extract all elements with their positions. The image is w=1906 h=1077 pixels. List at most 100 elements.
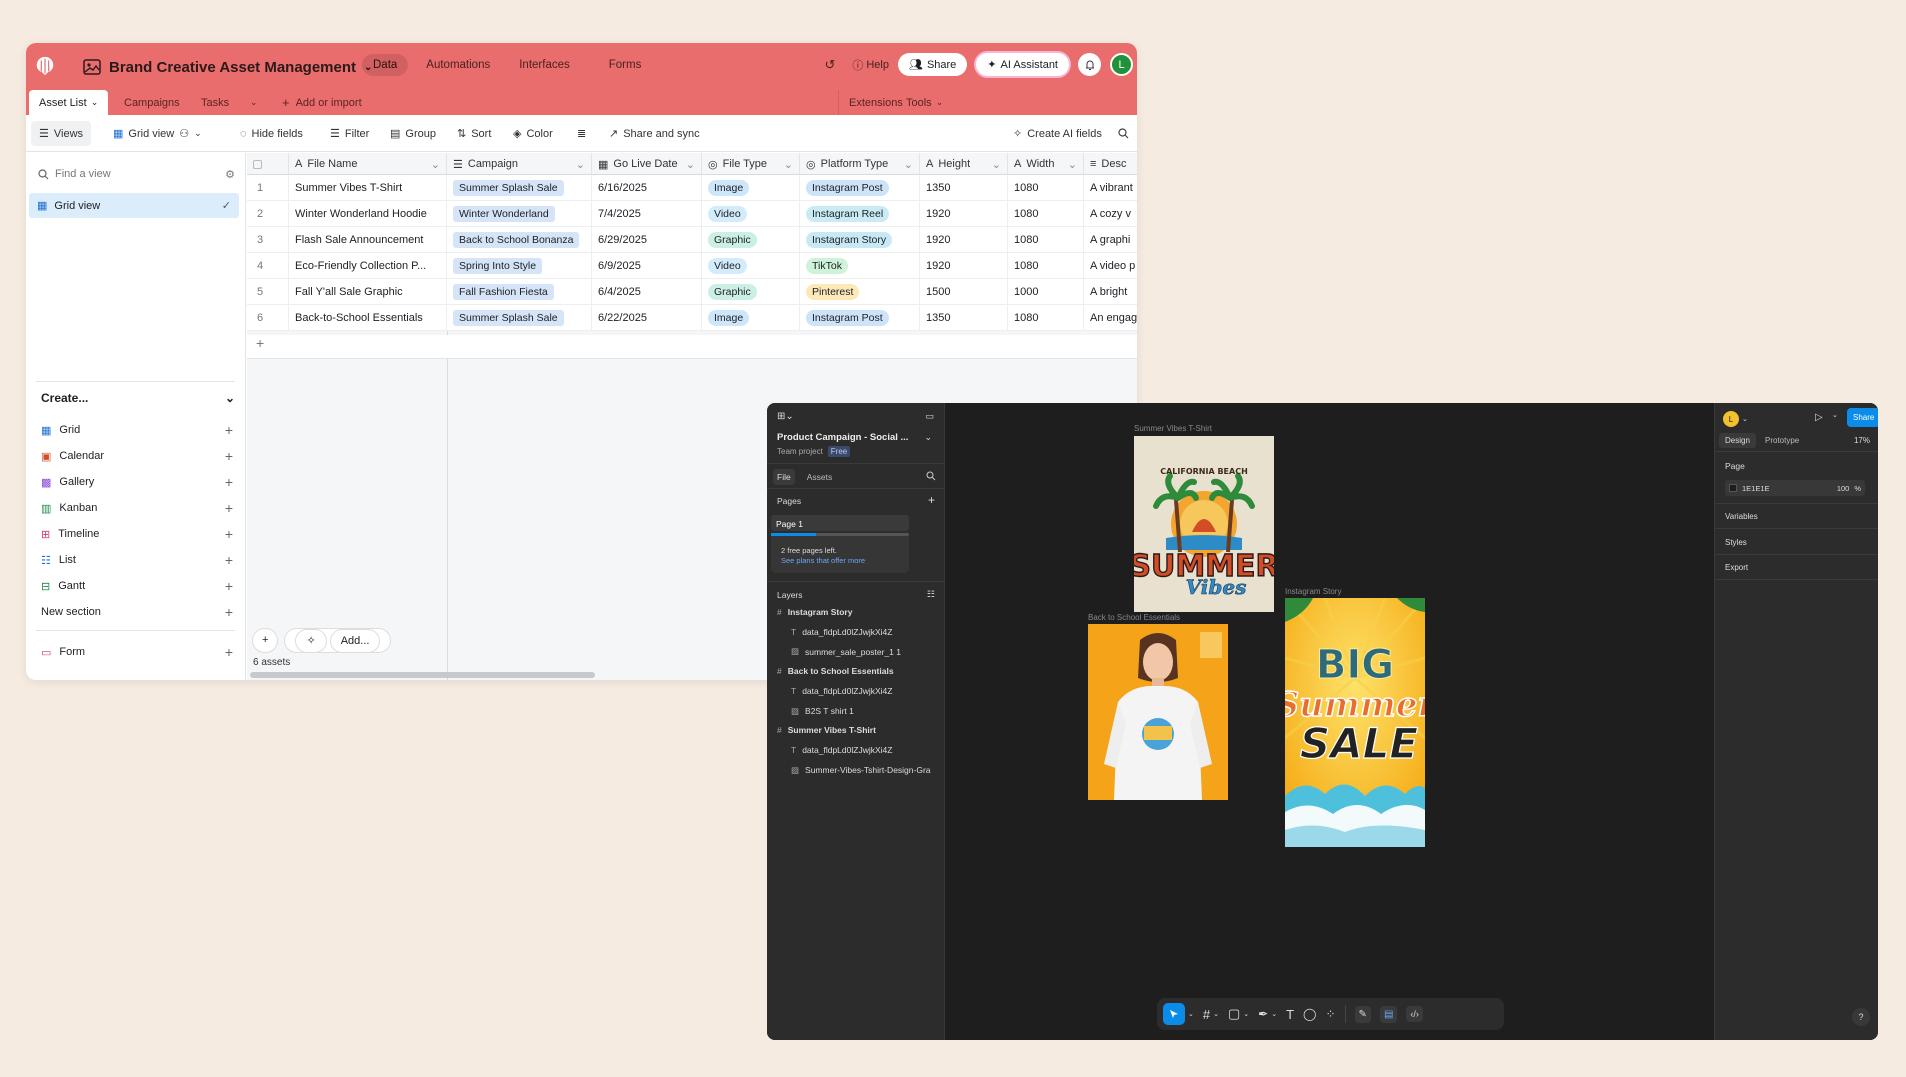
variables-section[interactable]: Variables — [1725, 512, 1758, 521]
column-header-file-type[interactable]: ◎ File Type ⌄ — [702, 153, 800, 175]
airtable-logo-icon[interactable] — [34, 55, 56, 77]
column-header-description[interactable]: ≡ Desc — [1084, 153, 1137, 175]
gear-icon[interactable]: ⚙ — [225, 168, 235, 181]
cell-file-type[interactable]: Graphic — [702, 227, 800, 253]
chevron-down-icon[interactable]: ⌄ — [1213, 1010, 1219, 1018]
chevron-down-icon[interactable]: ⌄ — [1271, 1010, 1277, 1018]
column-header-go-live-date[interactable]: ▦ Go Live Date ⌄ — [592, 153, 702, 175]
group-button[interactable]: ▤ Group — [390, 115, 436, 152]
zoom-level[interactable]: 17% — [1854, 436, 1870, 445]
chevron-down-icon[interactable]: ⌄ — [250, 90, 258, 115]
pen-tool-icon[interactable]: ✒ — [1258, 1007, 1268, 1021]
cell-platform-type[interactable]: TikTok — [800, 253, 920, 279]
create-grid[interactable]: ▦ Grid + — [41, 420, 233, 440]
create-gallery[interactable]: ▩ Gallery + — [41, 472, 233, 492]
figma-share-button[interactable]: Share — [1847, 408, 1878, 427]
row-number[interactable]: 5 — [247, 279, 289, 305]
user-avatar-menu[interactable]: L ⌄ — [1723, 411, 1748, 427]
hide-fields-button[interactable]: ◌ Hide fields — [240, 115, 303, 152]
layer-item[interactable]: ▨ B2S T shirt 1 — [791, 706, 854, 717]
history-icon[interactable]: ↺ — [824, 57, 835, 73]
create-gantt[interactable]: ⊟ Gantt + — [41, 576, 233, 596]
row-number[interactable]: 3 — [247, 227, 289, 253]
cell-platform-type[interactable]: Instagram Post — [800, 305, 920, 331]
column-header-platform-type[interactable]: ◎ Platform Type ⌄ — [800, 153, 920, 175]
cell-file-name[interactable]: Flash Sale Announcement — [289, 227, 447, 253]
layer-item[interactable]: ▨ Summer-Vibes-Tshirt-Design-Gra — [791, 765, 931, 776]
comment-tool-icon[interactable]: ◯ — [1303, 1007, 1316, 1021]
ai-assistant-button[interactable]: ✦ AI Assistant — [976, 53, 1069, 76]
column-header-campaign[interactable]: ☰ Campaign ⌄ — [447, 153, 592, 175]
filter-button[interactable]: ☰ Filter — [330, 115, 369, 152]
search-icon[interactable] — [926, 471, 936, 483]
table-row[interactable]: 2 Winter Wonderland Hoodie Winter Wonderla… — [247, 201, 1137, 227]
tab-prototype[interactable]: Prototype — [1765, 436, 1799, 445]
cell-file-type[interactable]: Graphic — [702, 279, 800, 305]
cell-file-type[interactable]: Image — [702, 305, 800, 331]
create-list[interactable]: ☷ List + — [41, 550, 233, 570]
cell-campaign[interactable]: Spring Into Style — [447, 253, 592, 279]
layers-options-icon[interactable]: ☷ — [927, 589, 935, 600]
layer-item[interactable]: # Instagram Story — [777, 607, 852, 617]
chevron-down-icon[interactable]: ⌄ — [924, 432, 932, 443]
nav-tab-forms[interactable]: Forms — [598, 54, 653, 76]
cell-file-name[interactable]: Back-to-School Essentials — [289, 305, 447, 331]
base-title-button[interactable]: Brand Creative Asset Management ⌄ — [83, 56, 372, 78]
summer-vibes-artwork[interactable]: SUMMER Vibes CALIFORNIA BEACH — [1134, 436, 1274, 612]
cell-width[interactable]: 1080 — [1008, 175, 1084, 201]
add-menu-button[interactable]: ✧ Add... — [284, 628, 392, 653]
cell-file-name[interactable]: Winter Wonderland Hoodie — [289, 201, 447, 227]
color-button[interactable]: ◈ Color — [513, 115, 553, 152]
find-view-input[interactable]: Find a view ⚙ — [38, 163, 235, 185]
create-timeline[interactable]: ⊞ Timeline + — [41, 524, 233, 544]
chevron-down-icon[interactable]: ⌄ — [1188, 1010, 1194, 1018]
column-header-width[interactable]: A Width ⌄ — [1008, 153, 1084, 175]
cell-file-name[interactable]: Fall Y'all Sale Graphic — [289, 279, 447, 305]
create-kanban[interactable]: ▥ Kanban + — [41, 498, 233, 518]
cell-description[interactable]: A cozy v — [1084, 201, 1137, 227]
figma-canvas[interactable]: Summer Vibes T-Shirt SUMMER Vibes CALIFO… — [945, 403, 1714, 1040]
table-tab-asset-list[interactable]: Asset List ⌄ — [29, 90, 109, 115]
column-header-height[interactable]: A Height ⌄ — [920, 153, 1008, 175]
create-form[interactable]: ▭ Form + — [41, 642, 233, 662]
tools-button[interactable]: Tools ⌄ — [906, 90, 943, 115]
table-tab-campaigns[interactable]: Campaigns — [124, 90, 180, 115]
cell-width[interactable]: 1080 — [1008, 305, 1084, 331]
cell-height[interactable]: 1350 — [920, 175, 1008, 201]
cell-description[interactable]: A graphi — [1084, 227, 1137, 253]
select-all-checkbox[interactable] — [247, 153, 289, 175]
cell-campaign[interactable]: Winter Wonderland — [447, 201, 592, 227]
chevron-down-icon[interactable]: ⌄ — [1832, 411, 1838, 419]
cell-height[interactable]: 1920 — [920, 253, 1008, 279]
notification-bell-icon[interactable] — [1078, 53, 1101, 76]
layer-item[interactable]: ▨ summer_sale_poster_1 1 — [791, 646, 901, 657]
layer-item[interactable]: Tdata_fldpLd0lZJwjkXi4Z — [791, 627, 892, 637]
frame-label-summer-vibes[interactable]: Summer Vibes T-Shirt — [1134, 424, 1212, 433]
actions-tool-icon[interactable]: ⁘ — [1325, 1007, 1335, 1021]
back-to-school-artwork[interactable] — [1088, 624, 1228, 800]
cell-height[interactable]: 1350 — [920, 305, 1008, 331]
cell-file-name[interactable]: Summer Vibes T-Shirt — [289, 175, 447, 201]
layer-item[interactable]: Tdata_fldpLd0lZJwjkXi4Z — [791, 686, 892, 696]
figma-menu-icon[interactable]: ⊞⌄ — [777, 411, 794, 422]
cell-height[interactable]: 1920 — [920, 201, 1008, 227]
cell-height[interactable]: 1920 — [920, 227, 1008, 253]
cell-description[interactable]: A bright — [1084, 279, 1137, 305]
cell-file-type[interactable]: Video — [702, 201, 800, 227]
sort-button[interactable]: ⇅ Sort — [457, 115, 491, 152]
nav-tab-interfaces[interactable]: Interfaces — [508, 54, 581, 76]
sidebar-toggle-icon[interactable]: ▭ — [925, 411, 934, 422]
cell-go-live-date[interactable]: 6/29/2025 — [592, 227, 702, 253]
cell-go-live-date[interactable]: 6/22/2025 — [592, 305, 702, 331]
cell-description[interactable]: A video p — [1084, 253, 1137, 279]
cell-height[interactable]: 1500 — [920, 279, 1008, 305]
present-play-icon[interactable]: ▷ — [1815, 412, 1823, 423]
add-import-button[interactable]: + Add or import — [282, 90, 362, 115]
cell-campaign[interactable]: Back to School Bonanza — [447, 227, 592, 253]
frame-label-back-to-school[interactable]: Back to School Essentials — [1088, 613, 1180, 622]
move-tool-icon[interactable] — [1163, 1003, 1185, 1025]
frame-label-instagram-story[interactable]: Instagram Story — [1285, 587, 1341, 596]
views-button[interactable]: ☰ Views — [31, 121, 92, 146]
cell-campaign[interactable]: Summer Splash Sale — [447, 175, 592, 201]
table-row[interactable]: 6 Back-to-School Essentials Summer Splash … — [247, 305, 1137, 331]
